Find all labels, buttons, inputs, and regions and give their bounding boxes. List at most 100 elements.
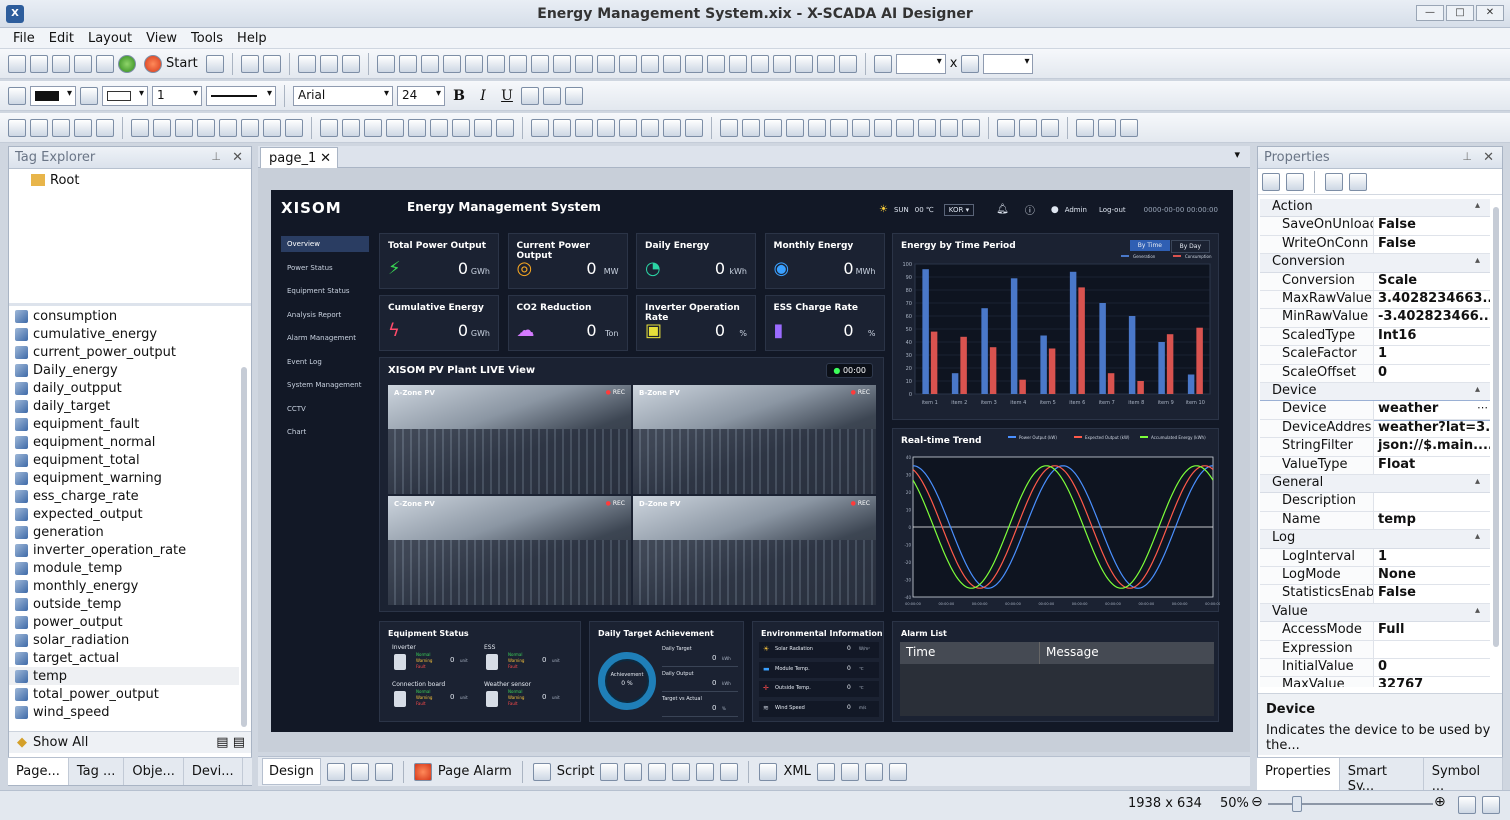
property-value[interactable]: False [1374,217,1490,236]
tag-icon[interactable] [350,762,369,781]
property-value[interactable]: 0 [1374,365,1490,383]
label-control-icon[interactable] [720,118,738,137]
camera-control-icon[interactable] [874,118,892,137]
property-row[interactable]: ScaleFactor 1 [1260,346,1490,365]
tree-root[interactable]: Root [9,171,251,189]
property-value[interactable]: weather?lat=3... [1374,420,1490,439]
property-value[interactable]: 32767 [1374,677,1490,687]
property-value[interactable]: 1 [1374,346,1490,365]
property-row[interactable]: MaxValue 32767 [1260,677,1490,687]
align-center-icon[interactable] [442,54,461,73]
text-align-right-icon[interactable] [565,86,583,105]
text-control-icon[interactable] [997,118,1015,137]
menu-tools[interactable]: Tools [191,31,223,46]
cut-icon[interactable] [297,54,316,73]
text-tool-icon[interactable] [342,118,360,137]
tag-item-generation[interactable]: generation [9,523,239,541]
start-button[interactable]: Start [140,54,202,73]
tag-item-daily_outpput[interactable]: daily_outpput [9,379,239,397]
nav-item-3[interactable]: Analysis Report [281,307,369,323]
new-file-icon[interactable] [8,54,26,73]
arc-tool-icon[interactable] [96,118,114,137]
valve-tool-icon[interactable] [641,118,659,137]
weather-control-icon[interactable] [918,118,936,137]
gauge-tool-icon[interactable] [474,118,492,137]
line-style-select[interactable] [206,85,276,106]
property-value[interactable]: 0 [1374,659,1490,678]
property-category[interactable]: Conversion [1260,254,1490,273]
italic-button[interactable]: I [473,86,493,106]
menu-edit[interactable]: Edit [49,31,74,46]
tag-item-ess_charge_rate[interactable]: ess_charge_rate [9,487,239,505]
textbox-control-icon[interactable] [742,118,760,137]
property-value[interactable]: 1 [1374,549,1490,567]
web-control-icon[interactable] [962,118,980,137]
zoom-in-button[interactable]: ⊕ [1434,794,1446,810]
property-row[interactable]: WriteOnConn False [1260,235,1490,255]
close-icon[interactable]: ✕ [1483,150,1494,165]
chord-tool-icon[interactable] [285,118,303,137]
actual-size-icon[interactable] [1482,796,1500,814]
distribute-h-icon[interactable] [618,54,637,73]
property-category[interactable]: General [1260,475,1490,494]
mixed-chart-icon[interactable] [1120,118,1138,137]
property-row[interactable]: ScaledType Int16 [1260,327,1490,347]
gear-icon[interactable] [326,762,345,781]
copy-icon[interactable] [319,54,338,73]
tab-xml[interactable]: XML [783,764,810,779]
group-icon[interactable] [376,54,395,73]
tag-item-outside_temp[interactable]: outside_temp [9,595,239,613]
lock-icon[interactable] [838,54,857,73]
property-value[interactable]: False [1374,585,1490,604]
frame-control-icon[interactable] [852,118,870,137]
tab-script[interactable]: Script [557,764,595,779]
fit-page-icon[interactable] [1458,796,1476,814]
ungroup-icon[interactable] [398,54,417,73]
tag-item-consumption[interactable]: consumption [9,307,239,325]
circle-tool-icon[interactable] [219,118,237,137]
tab-object[interactable]: Obje... [124,758,184,785]
checkbox-control-icon[interactable] [764,118,782,137]
grid-tool-icon[interactable] [408,118,426,137]
underline-button[interactable]: U [497,86,517,106]
tag-item-equipment_fault[interactable]: equipment_fault [9,415,239,433]
design-canvas[interactable]: XISOM Energy Management System ☀ SUN 00 … [258,168,1250,752]
zoom-out-icon[interactable] [888,762,907,781]
pipe-tool-icon[interactable] [685,118,703,137]
menu-help[interactable]: Help [237,31,267,46]
bold-button[interactable]: B [449,86,469,106]
tab-design[interactable]: Design [262,758,321,785]
save-all-icon[interactable] [74,54,92,73]
ellipse-tool-icon[interactable] [241,118,259,137]
property-value[interactable]: False [1374,236,1490,255]
property-row[interactable]: AccessMode Full [1260,622,1490,641]
open-folder-icon[interactable] [30,54,48,73]
pin-icon[interactable]: ⊥ [1462,150,1472,163]
property-category[interactable]: Action [1260,199,1490,218]
sort-az-icon[interactable] [1286,172,1304,191]
hexagon-tool-icon[interactable] [197,118,215,137]
property-value[interactable]: None [1374,567,1490,586]
zoom-out-button[interactable]: ⊖ [1251,794,1263,810]
send-back-icon[interactable] [684,54,703,73]
columns-icon[interactable] [648,762,667,781]
paste-icon[interactable] [341,54,360,73]
rectangle-tool-icon[interactable] [153,118,171,137]
property-category[interactable]: Device [1260,383,1490,402]
property-value[interactable]: Scale [1374,273,1490,291]
align-bottom-icon[interactable] [530,54,549,73]
check-icon[interactable] [118,54,136,73]
property-row[interactable]: Name temp [1260,511,1490,531]
align-top-icon[interactable] [486,54,505,73]
distribute-v-icon[interactable] [640,54,659,73]
property-row[interactable]: MaxRawValue 3.4028234663... [1260,291,1490,310]
property-row[interactable]: Expression [1260,640,1490,659]
bring-forward-icon[interactable] [706,54,725,73]
panel-tool-icon[interactable] [553,118,571,137]
menu-layout[interactable]: Layout [88,31,132,46]
polyline-tool-icon[interactable] [30,118,48,137]
tag-item-wind_speed[interactable]: wind_speed [9,703,239,721]
tag-item-current_power_output[interactable]: current_power_output [9,343,239,361]
image-tool-icon[interactable] [320,118,338,137]
flip-v-icon[interactable] [772,54,791,73]
